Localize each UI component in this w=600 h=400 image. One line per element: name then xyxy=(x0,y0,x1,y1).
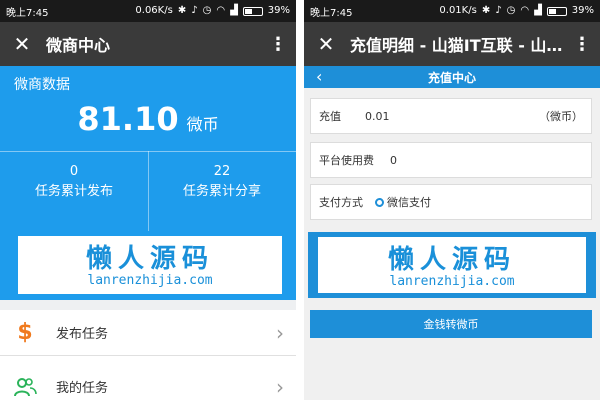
status-bar: 晚上7:45 0.06K/s ✱ ♪ ◷ ◠ ▟ 39% xyxy=(0,0,296,22)
balance-unit: 微币 xyxy=(186,115,219,134)
signal-icon: ▟ xyxy=(230,5,238,16)
right-phone-screen: 晚上7:45 0.01K/s ✱ ♪ ◷ ◠ ▟ 39% ✕ 充值明细 - 山猫… xyxy=(304,0,600,400)
banner-url: lanrenzhijia.com xyxy=(389,274,515,289)
menu-item-label: 发布任务 xyxy=(56,327,109,342)
menu-item-publish-task[interactable]: $ 发布任务 › xyxy=(0,310,296,356)
convert-to-coins-button[interactable]: 金钱转微币 xyxy=(310,310,592,338)
payment-row: 支付方式 微信支付 xyxy=(310,184,592,220)
bluetooth-icon: ✱ xyxy=(481,5,491,16)
recharge-label: 充值 xyxy=(319,110,341,123)
mute-icon: ♪ xyxy=(191,5,198,16)
recharge-unit: （微币） xyxy=(539,110,583,123)
signal-icon: ▟ xyxy=(534,5,542,16)
page-title: 微商中心 xyxy=(46,36,111,55)
network-speed: 0.06K/s xyxy=(135,5,173,16)
dollar-icon: $ xyxy=(17,320,33,345)
title-bar: ✕ 充值明细 - 山猫IT互联 - 山… ⋮ xyxy=(304,22,600,66)
banner-url: lanrenzhijia.com xyxy=(87,273,213,288)
ad-banner[interactable]: 懒人源码 lanrenzhijia.com xyxy=(318,237,586,293)
wechat-pay-radio[interactable] xyxy=(375,197,384,207)
wifi-icon: ◠ xyxy=(520,5,530,16)
sub-header-title: 充值中心 xyxy=(427,70,476,85)
battery-percent: 39% xyxy=(267,5,290,16)
balance-amount: 81.10 xyxy=(77,100,179,138)
chevron-right-icon: › xyxy=(276,320,284,345)
payment-label: 支付方式 xyxy=(319,196,363,209)
stats-panel: 微商数据 81.10 微币 0 任务累计发布 22 任务累计分享 懒人源码 lan… xyxy=(0,66,296,300)
mute-icon: ♪ xyxy=(495,5,502,16)
fee-label: 平台使用费 xyxy=(319,154,374,167)
network-speed: 0.01K/s xyxy=(439,5,477,16)
menu-item-my-tasks[interactable]: 我的任务 › xyxy=(0,364,296,400)
stats-label: 微商数据 xyxy=(14,77,70,93)
balance-display: 81.10 微币 xyxy=(0,100,296,138)
ad-banner[interactable]: 懒人源码 lanrenzhijia.com xyxy=(18,236,282,294)
banner-title: 懒人源码 xyxy=(85,244,214,274)
page-title: 充值明细 - 山猫IT互联 - 山… xyxy=(350,36,563,55)
payment-option-label: 微信支付 xyxy=(387,196,431,209)
battery-icon xyxy=(242,6,263,16)
banner-title: 懒人源码 xyxy=(387,245,516,275)
status-time: 晚上7:45 xyxy=(6,7,49,19)
sub-header: ‹ 充值中心 xyxy=(304,66,600,88)
chevron-right-icon: › xyxy=(276,374,284,399)
title-bar: ✕ 微商中心 ⋮ xyxy=(0,22,296,66)
alarm-icon: ◷ xyxy=(202,5,212,16)
published-label: 任务累计发布 xyxy=(34,184,113,199)
more-options-icon[interactable]: ⋮ xyxy=(572,34,592,55)
bluetooth-icon: ✱ xyxy=(177,5,187,16)
more-options-icon[interactable]: ⋮ xyxy=(268,34,288,55)
users-icon xyxy=(12,374,38,400)
recharge-row: 充值 0.01 （微币） xyxy=(310,98,592,134)
shared-label: 任务累计分享 xyxy=(182,184,261,199)
menu-list: $ 发布任务 › 我的任务 › xyxy=(0,310,296,400)
close-icon[interactable]: ✕ xyxy=(8,32,36,56)
menu-item-label: 我的任务 xyxy=(56,381,109,396)
left-phone-screen: 晚上7:45 0.06K/s ✱ ♪ ◷ ◠ ▟ 39% ✕ 微商中心 ⋮ 微商… xyxy=(0,0,296,400)
ad-banner-frame: 懒人源码 lanrenzhijia.com xyxy=(308,232,596,298)
fee-row: 平台使用费 0 xyxy=(310,142,592,178)
divider xyxy=(296,0,304,400)
back-arrow-icon[interactable]: ‹ xyxy=(316,67,322,86)
recharge-amount-input[interactable]: 0.01 xyxy=(365,110,390,123)
published-count: 0 xyxy=(69,164,79,179)
shared-stat: 22 任务累计分享 xyxy=(148,162,296,202)
status-bar: 晚上7:45 0.01K/s ✱ ♪ ◷ ◠ ▟ 39% xyxy=(304,0,600,22)
alarm-icon: ◷ xyxy=(506,5,516,16)
close-icon[interactable]: ✕ xyxy=(312,32,340,56)
battery-icon xyxy=(546,6,567,16)
wifi-icon: ◠ xyxy=(216,5,226,16)
published-stat: 0 任务累计发布 xyxy=(0,162,148,202)
shared-count: 22 xyxy=(213,164,231,179)
status-time: 晚上7:45 xyxy=(310,7,353,19)
fee-value: 0 xyxy=(390,153,397,167)
battery-percent: 39% xyxy=(571,5,594,16)
